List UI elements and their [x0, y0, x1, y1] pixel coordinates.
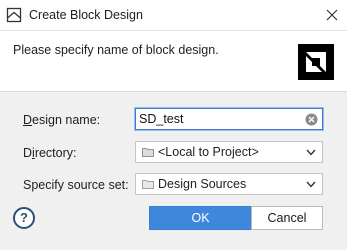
- block-design-icon: [6, 7, 22, 23]
- cancel-button[interactable]: Cancel: [251, 206, 323, 230]
- title-bar: Create Block Design: [0, 0, 347, 31]
- close-icon: [326, 9, 338, 21]
- dialog-header: Please specify name of block design.: [0, 31, 347, 92]
- directory-dropdown[interactable]: <Local to Project>: [135, 141, 323, 163]
- source-set-value: Design Sources: [158, 177, 247, 191]
- folder-icon: [142, 148, 154, 157]
- help-button[interactable]: ?: [13, 207, 35, 229]
- directory-label: Directory:: [23, 146, 77, 160]
- clear-icon[interactable]: [305, 113, 318, 126]
- design-name-field[interactable]: [135, 108, 323, 130]
- ok-button[interactable]: OK: [149, 206, 252, 230]
- directory-value: <Local to Project>: [158, 145, 259, 159]
- amd-logo: [298, 44, 334, 80]
- chevron-down-icon: [306, 149, 316, 156]
- source-set-label: Specify source set:: [23, 178, 129, 192]
- folder-icon: [142, 180, 154, 189]
- design-name-label: Design name:: [23, 113, 101, 127]
- header-message: Please specify name of block design.: [13, 43, 219, 57]
- chevron-down-icon: [306, 181, 316, 188]
- source-set-dropdown[interactable]: Design Sources: [135, 173, 323, 195]
- design-name-input[interactable]: [139, 110, 299, 128]
- window-title: Create Block Design: [29, 8, 143, 22]
- close-button[interactable]: [317, 0, 347, 30]
